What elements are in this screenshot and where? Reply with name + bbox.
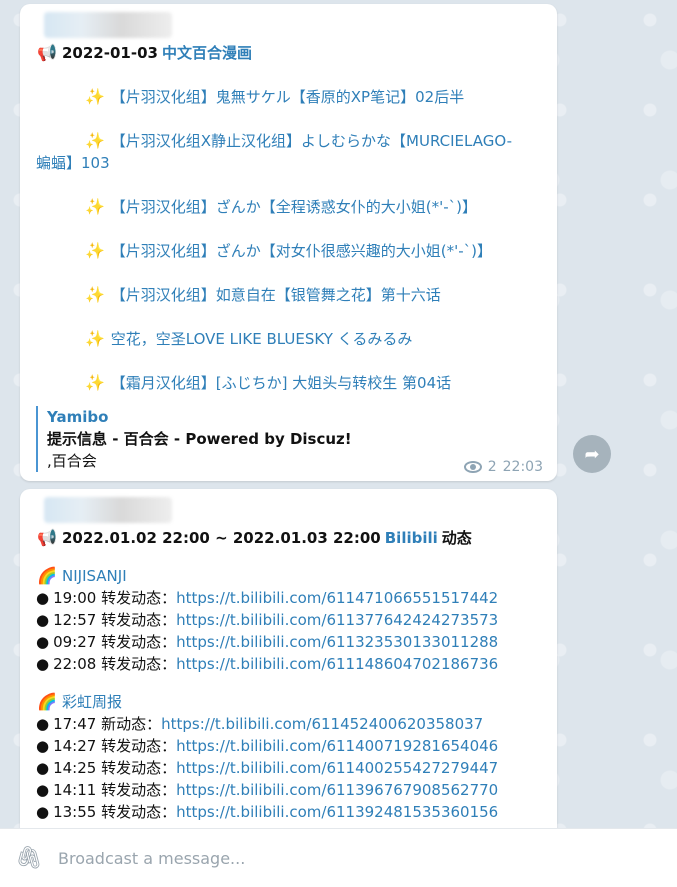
eye-icon (463, 461, 482, 473)
sparkles-icon: ✨ (85, 241, 105, 260)
post-title[interactable]: 【片羽汉化组】鬼無サケル【香原的XP笔记】02后半 (111, 88, 464, 106)
sparkles-icon: ✨ (85, 373, 105, 392)
paperclip-icon: 🖇 (15, 845, 43, 871)
attach-button[interactable]: 🖇 (0, 846, 58, 871)
headline-link[interactable]: Bilibili (385, 527, 438, 549)
post-title[interactable]: 空花，空圣LOVE LIKE BLUESKY くるみるみ (111, 330, 413, 348)
entry-type: 转发动态： (101, 737, 177, 755)
broadcast-input[interactable] (58, 848, 618, 868)
section-name[interactable]: NIJISANJI (62, 565, 127, 587)
megaphone-icon: 📢 (37, 528, 57, 547)
section-title[interactable]: 🌈 彩虹周报 (36, 691, 543, 713)
post-link[interactable]: ✨ 【片羽汉化组X静止汉化组】よしむらかな【MURCIELAGO- 蝙蝠】103 (36, 130, 543, 174)
share-button[interactable]: ➦ (573, 435, 611, 473)
entry-url[interactable]: https://t.bilibili.com/61137764242427357… (176, 611, 498, 629)
post-title[interactable]: 【片羽汉化组】ざんか【对女仆很感兴趣的大小姐(*'-`)】 (111, 242, 492, 260)
message-bubble: 📢 2022-01-03 中文百合漫画 ✨ 【片羽汉化组】鬼無サケル【香原的XP… (20, 4, 557, 481)
entry-url[interactable]: https://t.bilibili.com/61139676790856277… (176, 781, 498, 799)
sparkles-icon: ✨ (85, 329, 105, 348)
entry-url[interactable]: https://t.bilibili.com/61139248153536015… (176, 803, 498, 821)
post-link[interactable]: ✨ 【片羽汉化组】ざんか【对女仆很感兴趣的大小姐(*'-`)】 (36, 240, 543, 262)
sparkles-icon: ✨ (85, 87, 105, 106)
sparkles-icon: ✨ (85, 197, 105, 216)
message-meta: 2 22:03 (463, 459, 543, 475)
headline-date: 2022-01-03 (62, 44, 158, 62)
view-count: 2 (487, 459, 497, 475)
entry-time: 09:27 (53, 633, 97, 651)
entry-time: 19:00 (53, 589, 97, 607)
entry-time: 17:47 (53, 715, 97, 733)
list-item: ● 12:57 转发动态：https://t.bilibili.com/61137… (36, 611, 499, 629)
post-link[interactable]: ✨ 空花，空圣LOVE LIKE BLUESKY くるみるみ (36, 328, 543, 350)
entry-type: 转发动态： (101, 611, 177, 629)
post-title[interactable]: 【片羽汉化组】ざんか【全程诱惑女仆的大小姐(*'-`)】 (111, 198, 477, 216)
list-item: ● 19:00 转发动态：https://t.bilibili.com/61147… (36, 589, 499, 607)
entry-type: 新动态： (101, 715, 162, 733)
entry-url[interactable]: https://t.bilibili.com/61140025542727944… (176, 759, 498, 777)
redacted-sender-name (44, 12, 172, 38)
headline-link[interactable]: 中文百合漫画 (162, 42, 252, 64)
redacted-sender-name (44, 497, 172, 523)
message-feed[interactable]: 📢 2022-01-03 中文百合漫画 ✨ 【片羽汉化组】鬼無サケル【香原的XP… (0, 0, 677, 828)
list-item: ● 22:08 转发动态：https://t.bilibili.com/61114… (36, 655, 499, 673)
entry-type: 转发动态： (101, 781, 177, 799)
post-title[interactable]: 【霜月汉化组】[ふじちか] 大姐头与转校生 第04话 (111, 374, 451, 392)
entry-time: 13:55 (53, 803, 97, 821)
post-link[interactable]: ✨ 【霜月汉化组】[ふじちか] 大姐头与转校生 第04话 (36, 372, 543, 394)
share-arrow-icon: ➦ (584, 443, 600, 465)
post-link[interactable]: ✨ 【片羽汉化组】鬼無サケル【香原的XP笔记】02后半 (36, 86, 543, 108)
section-title[interactable]: 🌈 NIJISANJI (36, 565, 543, 587)
entry-type: 转发动态： (101, 589, 177, 607)
post-link[interactable]: ✨ 【片羽汉化组】ざんか【全程诱惑女仆的大小姐(*'-`)】 (36, 196, 543, 218)
entry-type: 转发动态： (101, 803, 177, 821)
message-time: 22:03 (502, 459, 543, 475)
message-headline: 📢 2022-01-03 中文百合漫画 (36, 42, 543, 64)
channel-section: 🌈 彩虹周报 ● 17:47 新动态：https://t.bilibili.com… (36, 691, 543, 823)
list-item: ● 13:55 转发动态：https://t.bilibili.com/61139… (36, 803, 499, 821)
list-item: ● 14:25 转发动态：https://t.bilibili.com/61140… (36, 759, 499, 777)
sparkles-icon: ✨ (85, 131, 105, 150)
entry-url[interactable]: https://t.bilibili.com/61140071928165404… (176, 737, 498, 755)
list-item: ● 17:47 新动态：https://t.bilibili.com/611452… (36, 715, 484, 733)
megaphone-icon: 📢 (37, 43, 57, 62)
rainbow-icon: 🌈 (37, 566, 57, 585)
entry-type: 转发动态： (101, 759, 177, 777)
entry-type: 转发动态： (101, 655, 177, 673)
post-link[interactable]: ✨ 【片羽汉化组】如意自在【银管舞之花】第十六话 (36, 284, 543, 306)
entry-time: 12:57 (53, 611, 97, 629)
entry-time: 14:25 (53, 759, 97, 777)
rainbow-icon: 🌈 (37, 692, 57, 711)
channel-section: 🌈 NIJISANJI ● 19:00 转发动态：https://t.bilibi… (36, 565, 543, 675)
entry-type: 转发动态： (101, 633, 177, 651)
entry-time: 22:08 (53, 655, 97, 673)
entry-url[interactable]: https://t.bilibili.com/61132353013301128… (176, 633, 498, 651)
entry-url[interactable]: https://t.bilibili.com/61114860470218673… (176, 655, 498, 673)
sparkles-icon: ✨ (85, 285, 105, 304)
list-item: ● 14:27 转发动态：https://t.bilibili.com/61140… (36, 737, 499, 755)
section-name[interactable]: 彩虹周报 (62, 691, 122, 713)
entry-url[interactable]: https://t.bilibili.com/61147106655151744… (176, 589, 498, 607)
message-headline: 📢 2022.01.02 22:00 ~ 2022.01.03 22:00 Bi… (36, 527, 543, 549)
entry-url[interactable]: https://t.bilibili.com/61145240062035803… (161, 715, 483, 733)
preview-site-name: Yamibo (47, 408, 109, 426)
message-bubble: 📢 2022.01.02 22:00 ~ 2022.01.03 22:00 Bi… (20, 489, 557, 828)
list-item: ● 09:27 转发动态：https://t.bilibili.com/61132… (36, 633, 499, 651)
headline-range: 2022.01.02 22:00 ~ 2022.01.03 22:00 (62, 529, 381, 547)
list-item: ● 14:11 转发动态：https://t.bilibili.com/61139… (36, 781, 499, 799)
preview-title: 提示信息 - 百合会 - Powered by Discuz! (47, 430, 352, 448)
post-title[interactable]: 【片羽汉化组】如意自在【银管舞之花】第十六话 (111, 286, 441, 304)
post-title[interactable]: 【片羽汉化组X静止汉化组】よしむらかな【MURCIELAGO- (111, 132, 512, 150)
entry-time: 14:27 (53, 737, 97, 755)
entry-time: 14:11 (53, 781, 97, 799)
message-composer: 🖇 (0, 828, 677, 887)
post-title-continued[interactable]: 蝙蝠】103 (36, 152, 543, 174)
headline-suffix: 动态 (441, 529, 472, 547)
